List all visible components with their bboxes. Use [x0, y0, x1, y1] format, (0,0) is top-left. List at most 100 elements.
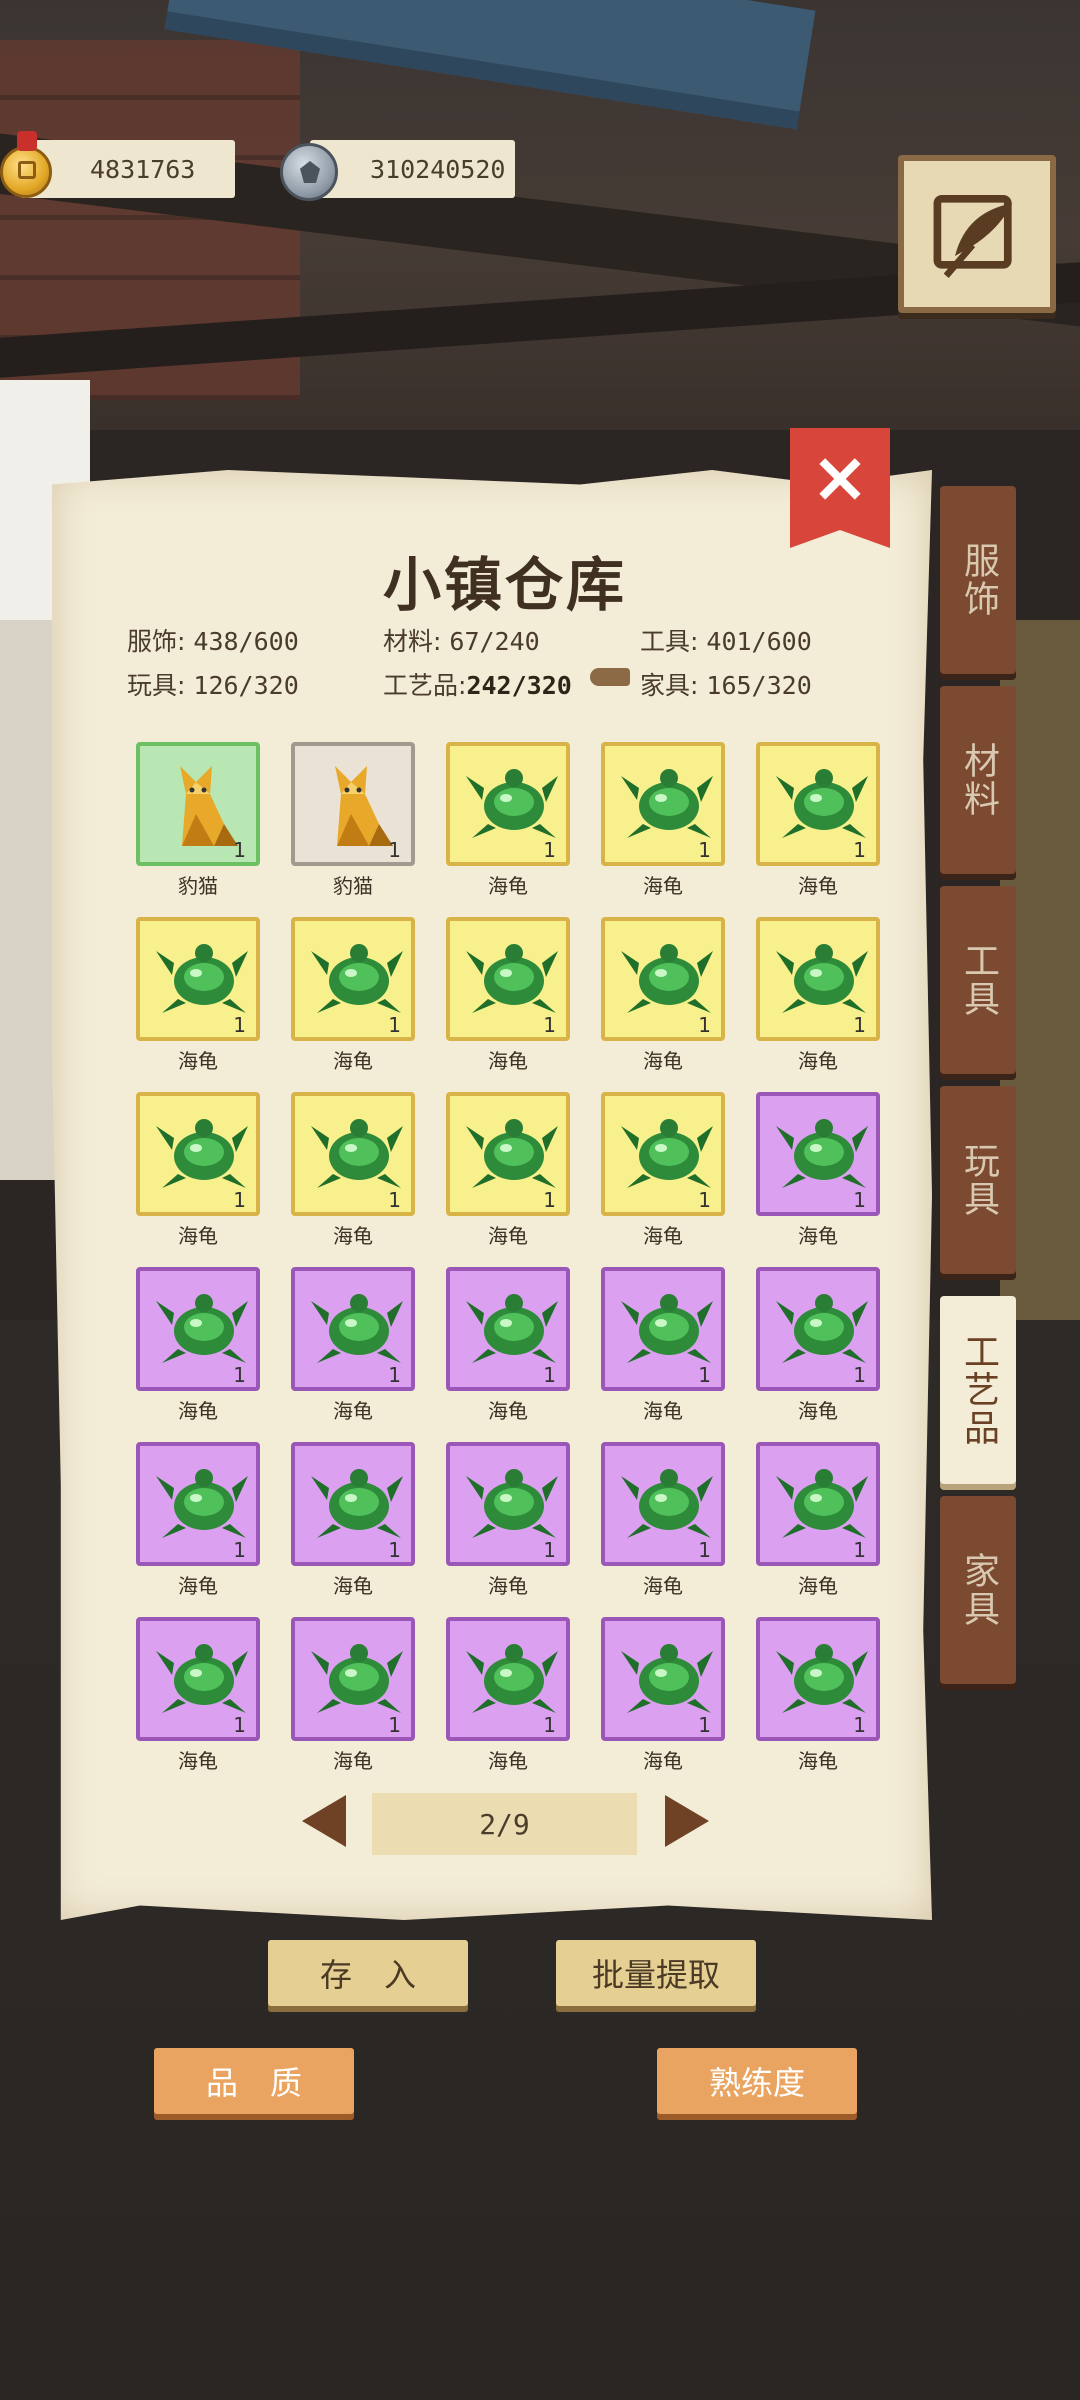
inventory-item[interactable]: 1 海龟	[601, 1617, 725, 1775]
tab-materials[interactable]: 材料	[940, 686, 1016, 874]
item-slot: 1	[136, 917, 260, 1041]
proficiency-sort-button[interactable]: 熟练度	[657, 2048, 857, 2114]
item-name: 豹猫	[178, 874, 218, 898]
item-name: 海龟	[643, 1049, 683, 1073]
close-button[interactable]: ×	[790, 428, 890, 548]
inventory-item[interactable]: 1 海龟	[446, 742, 570, 900]
item-slot: 1	[601, 742, 725, 866]
item-count: 1	[698, 1538, 711, 1562]
inventory-item[interactable]: 1 海龟	[601, 1267, 725, 1425]
inventory-item[interactable]: 1 海龟	[756, 742, 880, 900]
item-slot: 1	[136, 742, 260, 866]
item-slot: 1	[756, 1617, 880, 1741]
item-name: 海龟	[798, 1574, 838, 1598]
inventory-item[interactable]: 1 海龟	[756, 1092, 880, 1250]
item-count: 1	[853, 1538, 866, 1562]
inventory-item[interactable]: 1 海龟	[291, 917, 415, 1075]
item-count: 1	[388, 838, 401, 862]
item-slot: 1	[756, 1267, 880, 1391]
item-count: 1	[543, 1538, 556, 1562]
next-page-arrow-icon[interactable]	[665, 1795, 709, 1847]
item-name: 海龟	[333, 1224, 373, 1248]
inventory-item[interactable]: 1 海龟	[756, 917, 880, 1075]
item-count: 1	[698, 1188, 711, 1212]
item-slot: 1	[446, 1092, 570, 1216]
item-slot: 1	[601, 1617, 725, 1741]
item-name: 海龟	[178, 1224, 218, 1248]
tab-label: 玩具	[958, 1142, 999, 1218]
inventory-item[interactable]: 1 海龟	[446, 1092, 570, 1250]
item-count: 1	[698, 838, 711, 862]
item-slot: 1	[446, 917, 570, 1041]
inventory-item[interactable]: 1 海龟	[601, 1092, 725, 1250]
inventory-item[interactable]: 1 海龟	[446, 917, 570, 1075]
inventory-item[interactable]: 1 海龟	[446, 1267, 570, 1425]
journal-quill-icon	[933, 194, 1013, 278]
item-slot: 1	[136, 1267, 260, 1391]
item-count: 1	[388, 1188, 401, 1212]
item-slot: 1	[601, 1442, 725, 1566]
batch-extract-button[interactable]: 批量提取	[556, 1940, 756, 2006]
item-name: 海龟	[798, 874, 838, 898]
tab-toys[interactable]: 玩具	[940, 1086, 1016, 1274]
item-count: 1	[233, 1013, 246, 1037]
gold-coin-icon	[0, 131, 52, 198]
item-count: 1	[388, 1013, 401, 1037]
inventory-item[interactable]: 1 海龟	[446, 1442, 570, 1600]
inventory-item[interactable]: 1 豹猫	[291, 742, 415, 900]
deposit-button[interactable]: 存 入	[268, 1940, 468, 2006]
tab-tools[interactable]: 工具	[940, 886, 1016, 1074]
item-slot: 1	[291, 1267, 415, 1391]
item-name: 海龟	[488, 1399, 528, 1423]
tab-furniture[interactable]: 家具	[940, 1496, 1016, 1684]
inventory-item[interactable]: 1 海龟	[136, 917, 260, 1075]
item-slot: 1	[291, 917, 415, 1041]
silver-value: 310240520	[370, 154, 506, 184]
inventory-item[interactable]: 1 海龟	[136, 1267, 260, 1425]
inventory-item[interactable]: 1 海龟	[136, 1617, 260, 1775]
item-count: 1	[853, 1013, 866, 1037]
item-name: 海龟	[333, 1399, 373, 1423]
inventory-item[interactable]: 1 豹猫	[136, 742, 260, 900]
item-slot: 1	[136, 1092, 260, 1216]
item-slot: 1	[601, 1267, 725, 1391]
inventory-item[interactable]: 1 海龟	[756, 1442, 880, 1600]
item-count: 1	[853, 1713, 866, 1737]
gold-value: 4831763	[90, 154, 196, 184]
stat-tools: 工具: 401/600	[640, 627, 812, 656]
prev-page-arrow-icon[interactable]	[302, 1795, 346, 1847]
journal-button[interactable]	[898, 155, 1056, 313]
item-name: 海龟	[178, 1749, 218, 1773]
inventory-item[interactable]: 1 海龟	[601, 1442, 725, 1600]
inventory-item[interactable]: 1 海龟	[601, 742, 725, 900]
item-name: 海龟	[643, 1224, 683, 1248]
inventory-item[interactable]: 1 海龟	[136, 1092, 260, 1250]
inventory-item[interactable]: 1 海龟	[446, 1617, 570, 1775]
item-count: 1	[698, 1713, 711, 1737]
inventory-item[interactable]: 1 海龟	[291, 1092, 415, 1250]
inventory-item[interactable]: 1 海龟	[136, 1442, 260, 1600]
inventory-item[interactable]: 1 海龟	[291, 1617, 415, 1775]
pointing-hand-icon	[590, 668, 630, 686]
tab-crafts[interactable]: 工艺品	[940, 1296, 1016, 1484]
item-count: 1	[233, 1188, 246, 1212]
item-count: 1	[388, 1363, 401, 1387]
item-slot: 1	[446, 1442, 570, 1566]
item-name: 海龟	[643, 1574, 683, 1598]
item-name: 海龟	[333, 1049, 373, 1073]
item-name: 海龟	[178, 1049, 218, 1073]
tab-clothing[interactable]: 服饰	[940, 486, 1016, 674]
item-name: 海龟	[798, 1399, 838, 1423]
white-wall-shadow	[0, 620, 60, 1180]
item-slot: 1	[601, 1092, 725, 1216]
inventory-item[interactable]: 1 海龟	[601, 917, 725, 1075]
item-count: 1	[233, 1538, 246, 1562]
item-count: 1	[543, 838, 556, 862]
inventory-item[interactable]: 1 海龟	[756, 1617, 880, 1775]
inventory-item[interactable]: 1 海龟	[291, 1442, 415, 1600]
inventory-item[interactable]: 1 海龟	[291, 1267, 415, 1425]
item-count: 1	[698, 1013, 711, 1037]
quality-sort-button[interactable]: 品 质	[154, 2048, 354, 2114]
inventory-item[interactable]: 1 海龟	[756, 1267, 880, 1425]
silver-coin-icon	[280, 143, 338, 201]
